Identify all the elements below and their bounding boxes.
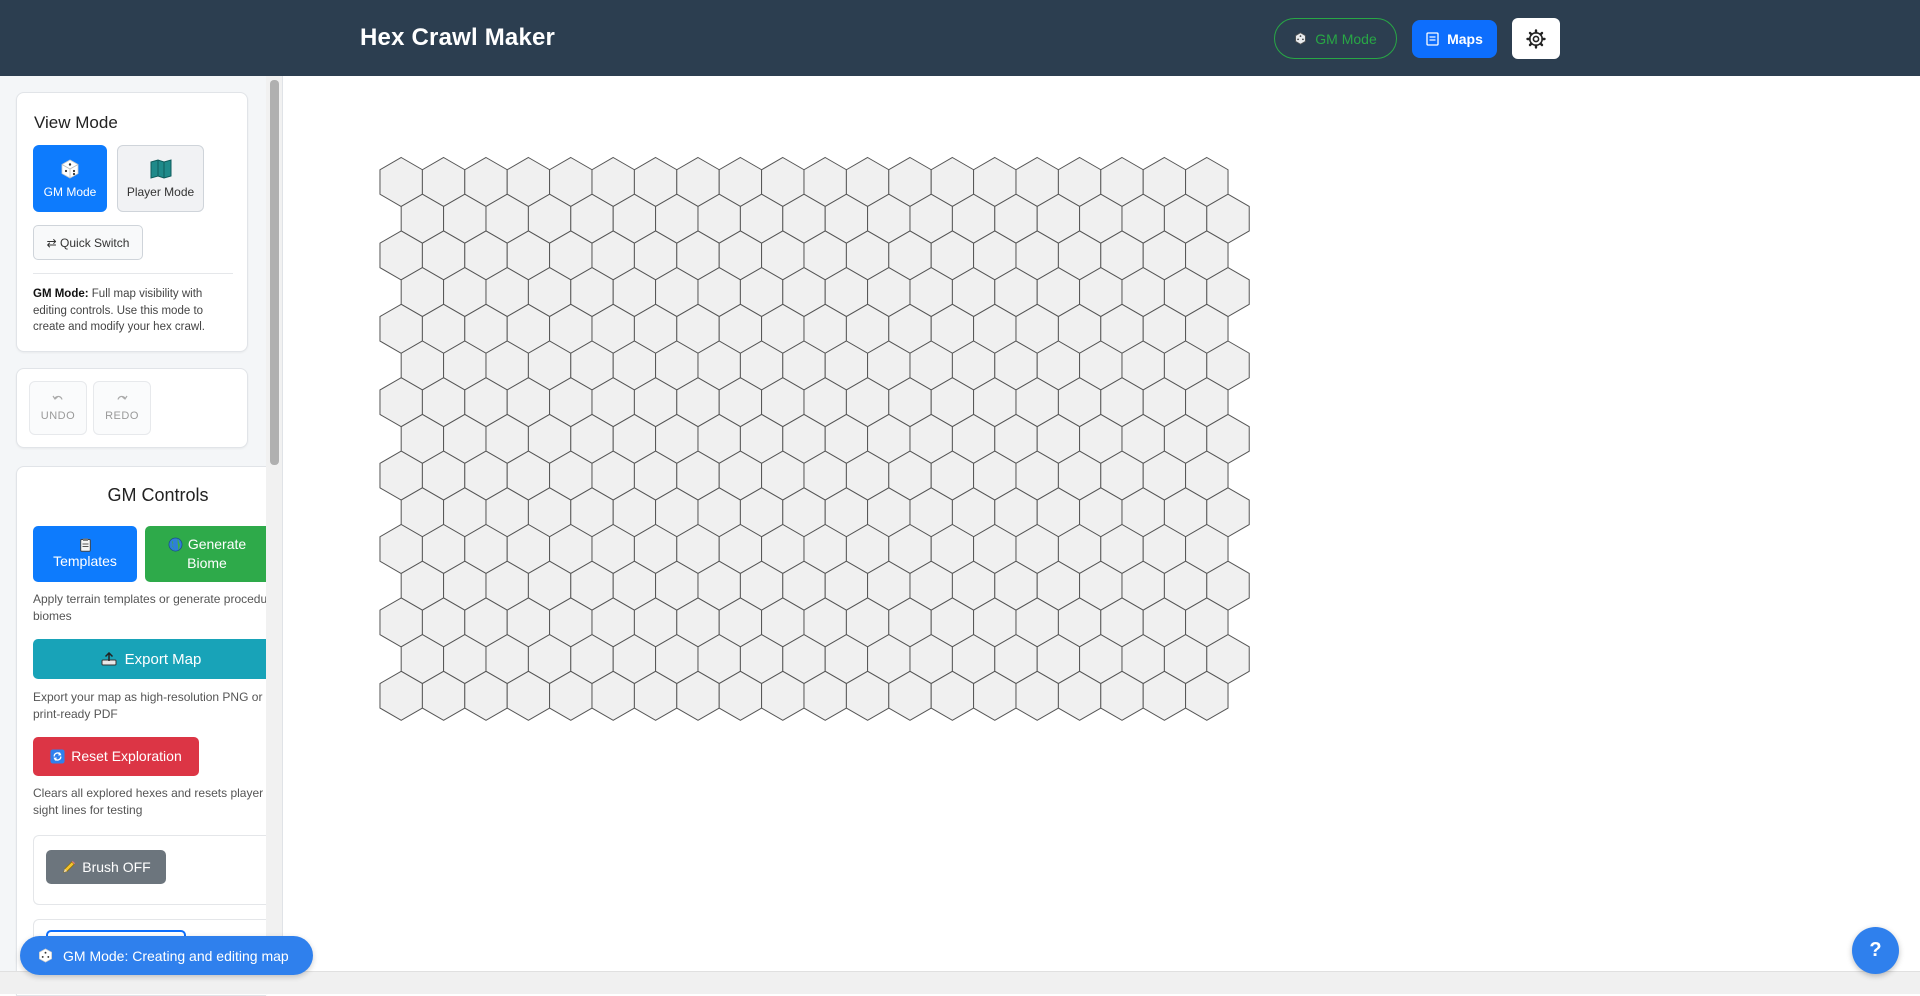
maps-label: Maps	[1447, 31, 1483, 47]
export-help-line1: Export your map as high-resolution PNG o…	[33, 690, 263, 704]
export-help-text: Export your map as high-resolution PNG o…	[33, 689, 269, 723]
gear-icon	[1526, 28, 1546, 49]
export-help-line2: print-ready PDF	[33, 707, 118, 721]
globe-icon	[168, 537, 183, 552]
history-card: UNDO REDO	[16, 368, 248, 448]
refresh-icon	[50, 749, 65, 764]
gm-controls-card: GM Controls Templates Generate Biome App…	[16, 466, 273, 996]
map-list-icon	[1426, 32, 1439, 46]
top-navbar: Hex Crawl Maker GM Mode Maps	[0, 0, 1920, 76]
clipboard-icon	[79, 538, 91, 552]
brush-label: Brush OFF	[82, 858, 151, 875]
quick-switch-button[interactable]: ⇄ Quick Switch	[33, 225, 143, 260]
map-canvas[interactable]	[283, 76, 1920, 971]
mode-description-bold: GM Mode:	[33, 288, 89, 300]
export-map-button[interactable]: Export Map	[33, 639, 269, 679]
templates-help-line2: biomes	[33, 609, 72, 623]
hex-grid[interactable]	[283, 76, 1920, 971]
header-gm-mode-label: GM Mode	[1315, 30, 1377, 47]
app-title: Hex Crawl Maker	[360, 24, 556, 51]
sidebar-scrollbar-thumb[interactable]	[270, 80, 279, 465]
dice-icon	[39, 948, 52, 963]
mode-status-toast: GM Mode: Creating and editing map	[20, 936, 313, 975]
generate-label-line2: Biome	[187, 555, 227, 571]
undo-button[interactable]: UNDO	[29, 381, 87, 435]
undo-label: UNDO	[40, 410, 76, 422]
dice-icon	[1295, 32, 1307, 45]
reset-exploration-button[interactable]: Reset Exploration	[33, 737, 199, 776]
dice-icon	[61, 159, 79, 178]
gm-mode-label: GM Mode	[43, 184, 97, 199]
templates-help-line1: Apply terrain templates or generate proc…	[33, 592, 268, 606]
redo-icon	[117, 395, 128, 400]
view-mode-card: View Mode GM Mode Player Mode ⇄ Quick Sw…	[16, 92, 248, 352]
templates-help-text: Apply terrain templates or generate proc…	[33, 591, 269, 625]
help-button[interactable]: ?	[1852, 927, 1899, 974]
redo-button[interactable]: REDO	[93, 381, 151, 435]
divider	[33, 273, 233, 274]
reset-help-text: Clears all explored hexes and resets pla…	[33, 785, 269, 819]
pencil-icon	[63, 860, 76, 873]
templates-label: Templates	[53, 552, 117, 569]
reset-help-line1: Clears all explored hexes and resets pla…	[33, 786, 264, 800]
mode-status-text: GM Mode: Creating and editing map	[63, 947, 289, 964]
settings-button[interactable]	[1512, 18, 1560, 59]
header-gm-mode-button[interactable]: GM Mode	[1274, 18, 1397, 59]
export-tray-icon	[101, 652, 117, 666]
gm-mode-button[interactable]: GM Mode	[33, 145, 107, 212]
mode-description: GM Mode: Full map visibility with editin…	[33, 286, 233, 336]
reset-label: Reset Exploration	[71, 748, 182, 764]
templates-button[interactable]: Templates	[33, 526, 137, 582]
reset-help-line2: sight lines for testing	[33, 803, 143, 817]
generate-label-line1: Generate	[187, 536, 247, 552]
generate-biome-button[interactable]: Generate Biome	[145, 526, 269, 582]
brush-panel: Brush OFF	[33, 835, 273, 905]
redo-label: REDO	[105, 410, 139, 422]
brush-toggle-button[interactable]: Brush OFF	[46, 850, 166, 884]
player-mode-label: Player Mode	[126, 184, 195, 199]
undo-icon	[52, 395, 63, 400]
export-label: Export Map	[124, 650, 202, 668]
gm-controls-title: GM Controls	[107, 485, 209, 505]
help-label: ?	[1869, 939, 1882, 961]
maps-button[interactable]: Maps	[1412, 20, 1497, 58]
quick-switch-label: ⇄ Quick Switch	[46, 235, 130, 250]
view-mode-title: View Mode	[34, 113, 118, 132]
map-book-icon	[150, 158, 171, 179]
player-mode-button[interactable]: Player Mode	[117, 145, 204, 212]
